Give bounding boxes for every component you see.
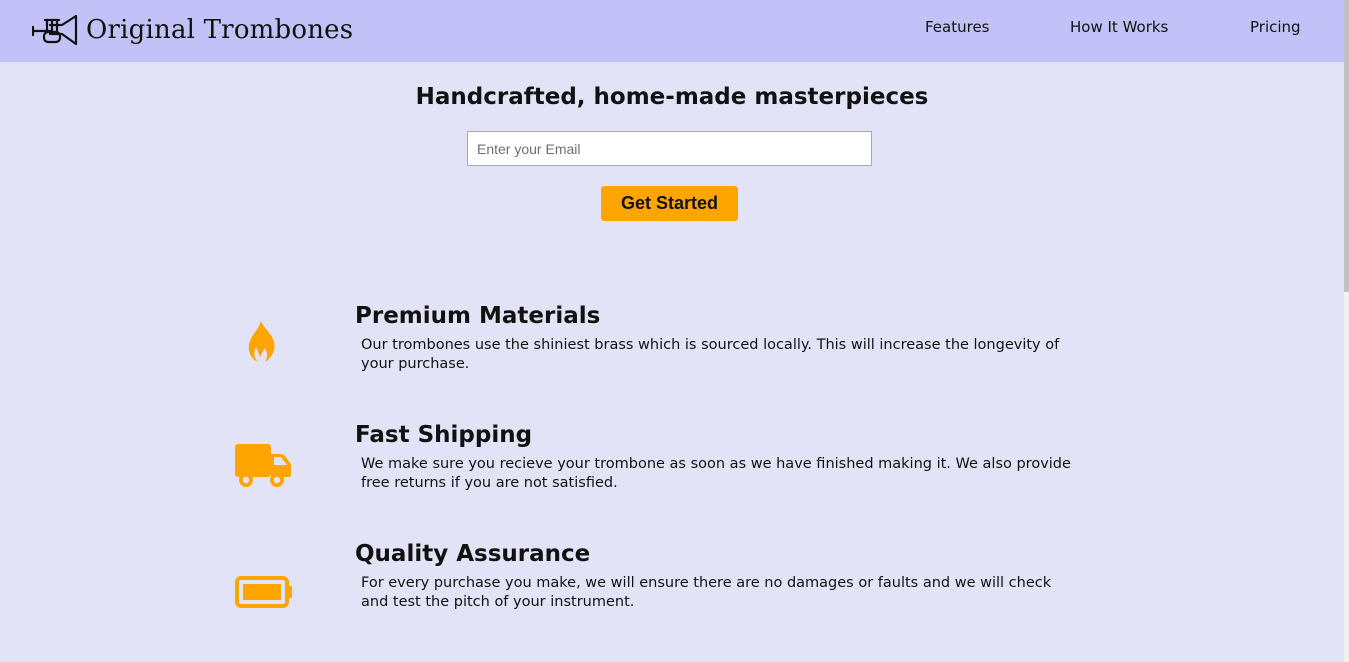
feature-description: For every purchase you make, we will ens… (361, 575, 1052, 610)
email-input[interactable] (467, 131, 872, 166)
hero-heading: Handcrafted, home-made masterpieces (415, 84, 929, 110)
nav-link-features[interactable]: Features (925, 18, 990, 36)
feature-fast-shipping: Fast Shipping We make sure you recieve y… (0, 420, 1344, 520)
brand-name: Original Trombones (86, 15, 354, 45)
nav-link-how-it-works[interactable]: How It Works (1070, 18, 1168, 36)
feature-description: We make sure you recieve your trombone a… (361, 456, 1071, 491)
get-started-button[interactable]: Get Started (601, 186, 738, 221)
site-header: Original Trombones Features How It Works… (0, 0, 1344, 62)
nav-link-pricing[interactable]: Pricing (1250, 18, 1301, 36)
truck-icon (235, 444, 291, 487)
feature-title: Quality Assurance (355, 541, 591, 567)
fire-icon (248, 321, 275, 362)
feature-quality-assurance: Quality Assurance For every purchase you… (0, 539, 1344, 639)
scrollbar-thumb[interactable] (1344, 0, 1349, 292)
trumpet-icon (32, 14, 78, 46)
feature-premium-materials: Premium Materials Our trombones use the … (0, 301, 1344, 401)
vertical-scrollbar[interactable] (1344, 0, 1349, 662)
landing-page: Original Trombones Features How It Works… (0, 0, 1349, 662)
feature-title: Fast Shipping (355, 422, 533, 448)
brand-logo-link[interactable]: Original Trombones (32, 10, 353, 50)
feature-description: Our trombones use the shiniest brass whi… (361, 337, 1060, 372)
feature-title: Premium Materials (355, 303, 601, 329)
battery-full-icon (235, 576, 292, 608)
